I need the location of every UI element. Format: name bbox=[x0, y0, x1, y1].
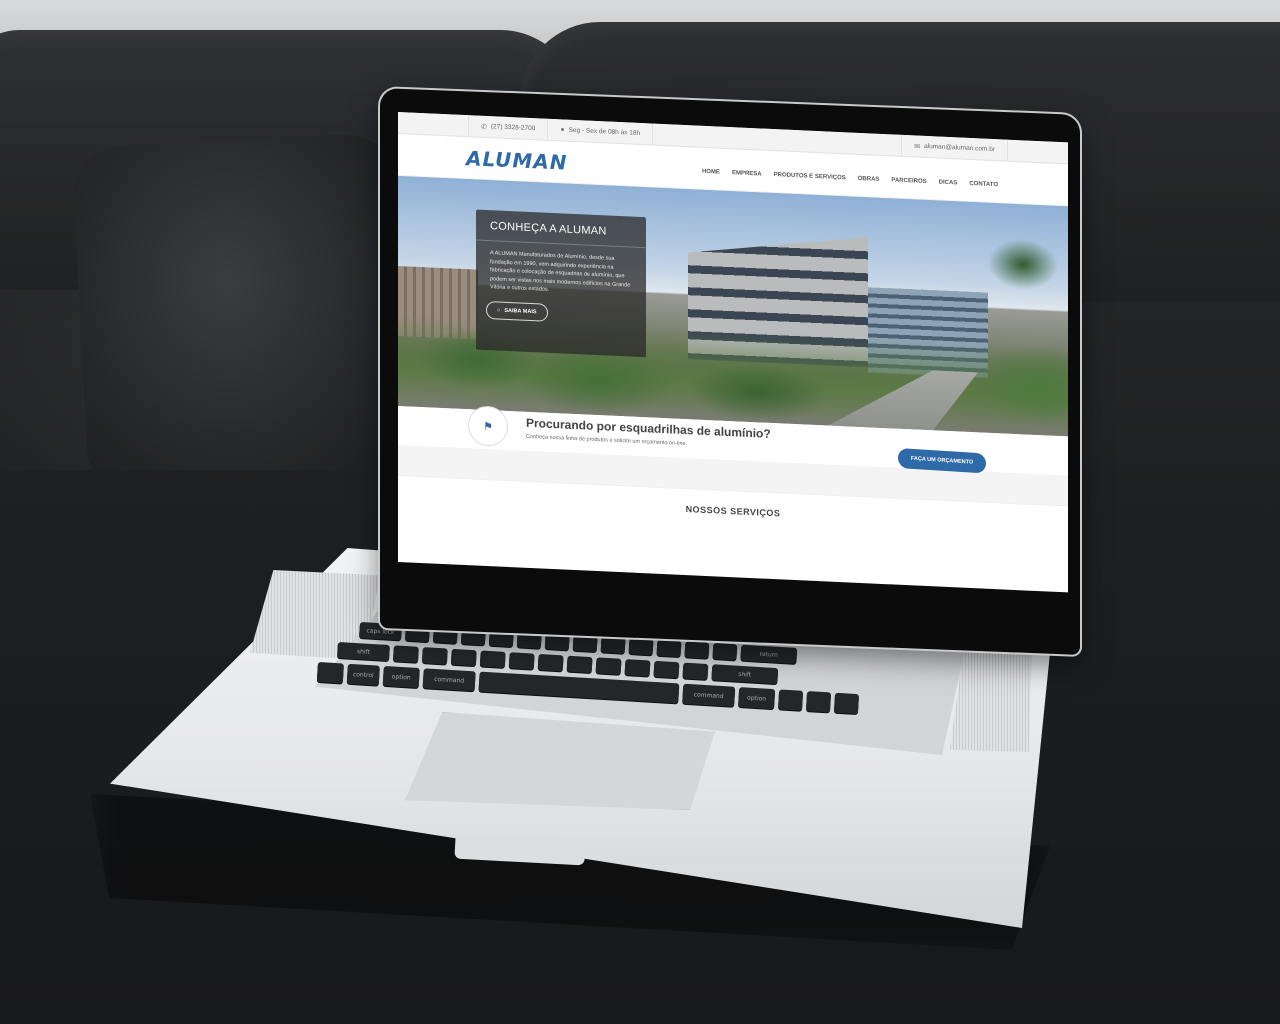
command-key-left[interactable]: command bbox=[422, 668, 476, 692]
key[interactable] bbox=[421, 647, 448, 665]
circle-icon: ○ bbox=[497, 307, 501, 314]
return-key[interactable]: return bbox=[740, 644, 798, 664]
key[interactable] bbox=[392, 645, 419, 663]
hero-palm-tree bbox=[988, 232, 1058, 356]
key[interactable] bbox=[508, 652, 535, 670]
key[interactable] bbox=[537, 653, 564, 672]
nav-item-home[interactable]: HOME bbox=[702, 168, 720, 175]
envelope-icon: ✉ bbox=[914, 142, 921, 151]
arrow-up-down-key[interactable] bbox=[805, 691, 832, 713]
key[interactable] bbox=[682, 662, 709, 680]
user-icon: ● bbox=[560, 126, 565, 134]
command-key-right[interactable]: command bbox=[682, 683, 736, 707]
nav-item-obras[interactable]: OBRAS bbox=[858, 175, 880, 182]
key[interactable] bbox=[544, 633, 570, 651]
nav-item-produtos[interactable]: PRODUTOS E SERVIÇOS bbox=[774, 172, 846, 181]
nav-item-contato[interactable]: CONTATO bbox=[969, 180, 998, 187]
arrow-left-key[interactable] bbox=[778, 689, 804, 711]
key[interactable] bbox=[653, 660, 680, 679]
sofa-pillow bbox=[71, 131, 419, 499]
key[interactable] bbox=[316, 662, 344, 684]
flag-icon: ⚑ bbox=[468, 405, 508, 447]
key[interactable] bbox=[600, 636, 626, 654]
topbar-email[interactable]: ✉ aluman@aluman.com.br bbox=[901, 134, 1008, 161]
phone-text: (27) 3328-2700 bbox=[490, 123, 536, 133]
email-link[interactable]: aluman@aluman.com.br bbox=[924, 143, 995, 153]
key[interactable] bbox=[450, 648, 477, 667]
topbar-hours: ● Seg - Sex de 08h às 18h bbox=[548, 118, 654, 145]
arrow-right-key[interactable] bbox=[833, 692, 860, 715]
phone-icon: ✆ bbox=[481, 123, 487, 131]
key[interactable] bbox=[566, 655, 593, 674]
logo[interactable]: ALUMAN bbox=[466, 146, 568, 175]
key[interactable] bbox=[628, 638, 654, 656]
shift-key-left[interactable]: shift bbox=[337, 642, 390, 662]
option-key-left[interactable]: option bbox=[382, 665, 420, 689]
nav-item-empresa[interactable]: EMPRESA bbox=[732, 170, 762, 177]
key[interactable] bbox=[712, 642, 738, 661]
laptop-screen: ✆ (27) 3328-2700 ● Seg - Sex de 08h às 1… bbox=[398, 112, 1068, 593]
key[interactable] bbox=[479, 650, 506, 668]
topbar-phone: ✆ (27) 3328-2700 bbox=[468, 115, 549, 140]
key[interactable] bbox=[624, 659, 651, 677]
saiba-mais-button[interactable]: ○ SAIBA MAIS bbox=[486, 300, 548, 322]
key[interactable] bbox=[656, 639, 682, 658]
hero-banner: CONHEÇA A ALUMAN A ALUMAN Manufaturados … bbox=[398, 176, 1068, 437]
key[interactable] bbox=[595, 657, 622, 675]
hero-text: A ALUMAN Manufaturados de Alumínio, desd… bbox=[490, 250, 631, 293]
hero-info-box: CONHEÇA A ALUMAN A ALUMAN Manufaturados … bbox=[476, 209, 646, 358]
control-key[interactable]: control bbox=[346, 663, 380, 686]
saiba-mais-label: SAIBA MAIS bbox=[504, 307, 537, 315]
key[interactable] bbox=[572, 634, 598, 653]
hours-text: Seg - Sex de 08h às 18h bbox=[568, 126, 641, 137]
key[interactable] bbox=[684, 641, 710, 659]
nav-item-parceiros[interactable]: PARCEIROS bbox=[891, 177, 926, 185]
main-menu: HOME EMPRESA PRODUTOS E SERVIÇOS OBRAS P… bbox=[702, 168, 998, 187]
nav-item-dicas[interactable]: DICAS bbox=[939, 179, 958, 186]
option-key-right[interactable]: option bbox=[738, 687, 776, 710]
